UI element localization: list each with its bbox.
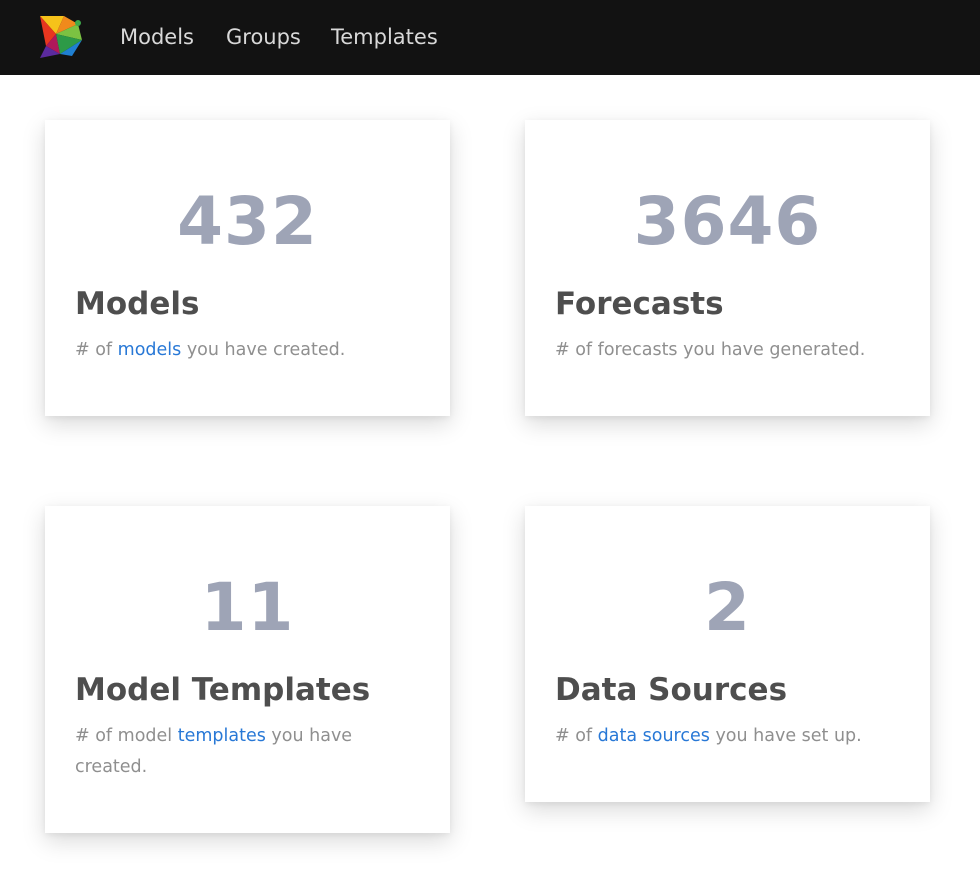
data-sources-card-description: # of data sources you have set up. [555, 721, 925, 752]
models-desc-prefix: # of [75, 340, 118, 360]
data-sources-desc-suffix: you have set up. [709, 726, 862, 746]
models-desc-suffix: you have created. [181, 340, 346, 360]
models-card-description: # of models you have created. [75, 335, 405, 366]
model-templates-card: 11 Model Templates # of model templates … [45, 506, 450, 833]
app-logo-icon[interactable] [38, 14, 86, 60]
templates-desc-prefix: # of model [75, 726, 178, 746]
data-sources-desc-prefix: # of [555, 726, 598, 746]
models-card-title: Models [75, 286, 200, 322]
forecasts-count: 3646 [633, 183, 822, 260]
forecasts-card-description: # of forecasts you have generated. [555, 335, 885, 366]
top-navbar: Models Groups Templates [0, 0, 980, 75]
data-sources-card-title: Data Sources [555, 672, 788, 708]
data-sources-card: 2 Data Sources # of data sources you hav… [525, 506, 930, 802]
data-sources-link[interactable]: data sources [598, 726, 710, 746]
data-sources-count: 2 [704, 569, 751, 646]
nav-groups-link[interactable]: Groups [226, 22, 301, 52]
nav-models-link[interactable]: Models [120, 22, 194, 52]
models-count: 432 [177, 183, 318, 260]
model-templates-card-description: # of model templates you have created. [75, 721, 375, 783]
forecasts-card: 3646 Forecasts # of forecasts you have g… [525, 120, 930, 416]
model-templates-card-title: Model Templates [75, 672, 371, 708]
models-link[interactable]: models [118, 340, 182, 360]
models-card: 432 Models # of models you have created. [45, 120, 450, 416]
model-templates-count: 11 [200, 569, 295, 646]
nav-templates-link[interactable]: Templates [331, 22, 438, 52]
templates-link[interactable]: templates [178, 726, 266, 746]
forecasts-card-title: Forecasts [555, 286, 724, 322]
forecasts-desc-text: # of forecasts you have generated. [555, 340, 866, 360]
